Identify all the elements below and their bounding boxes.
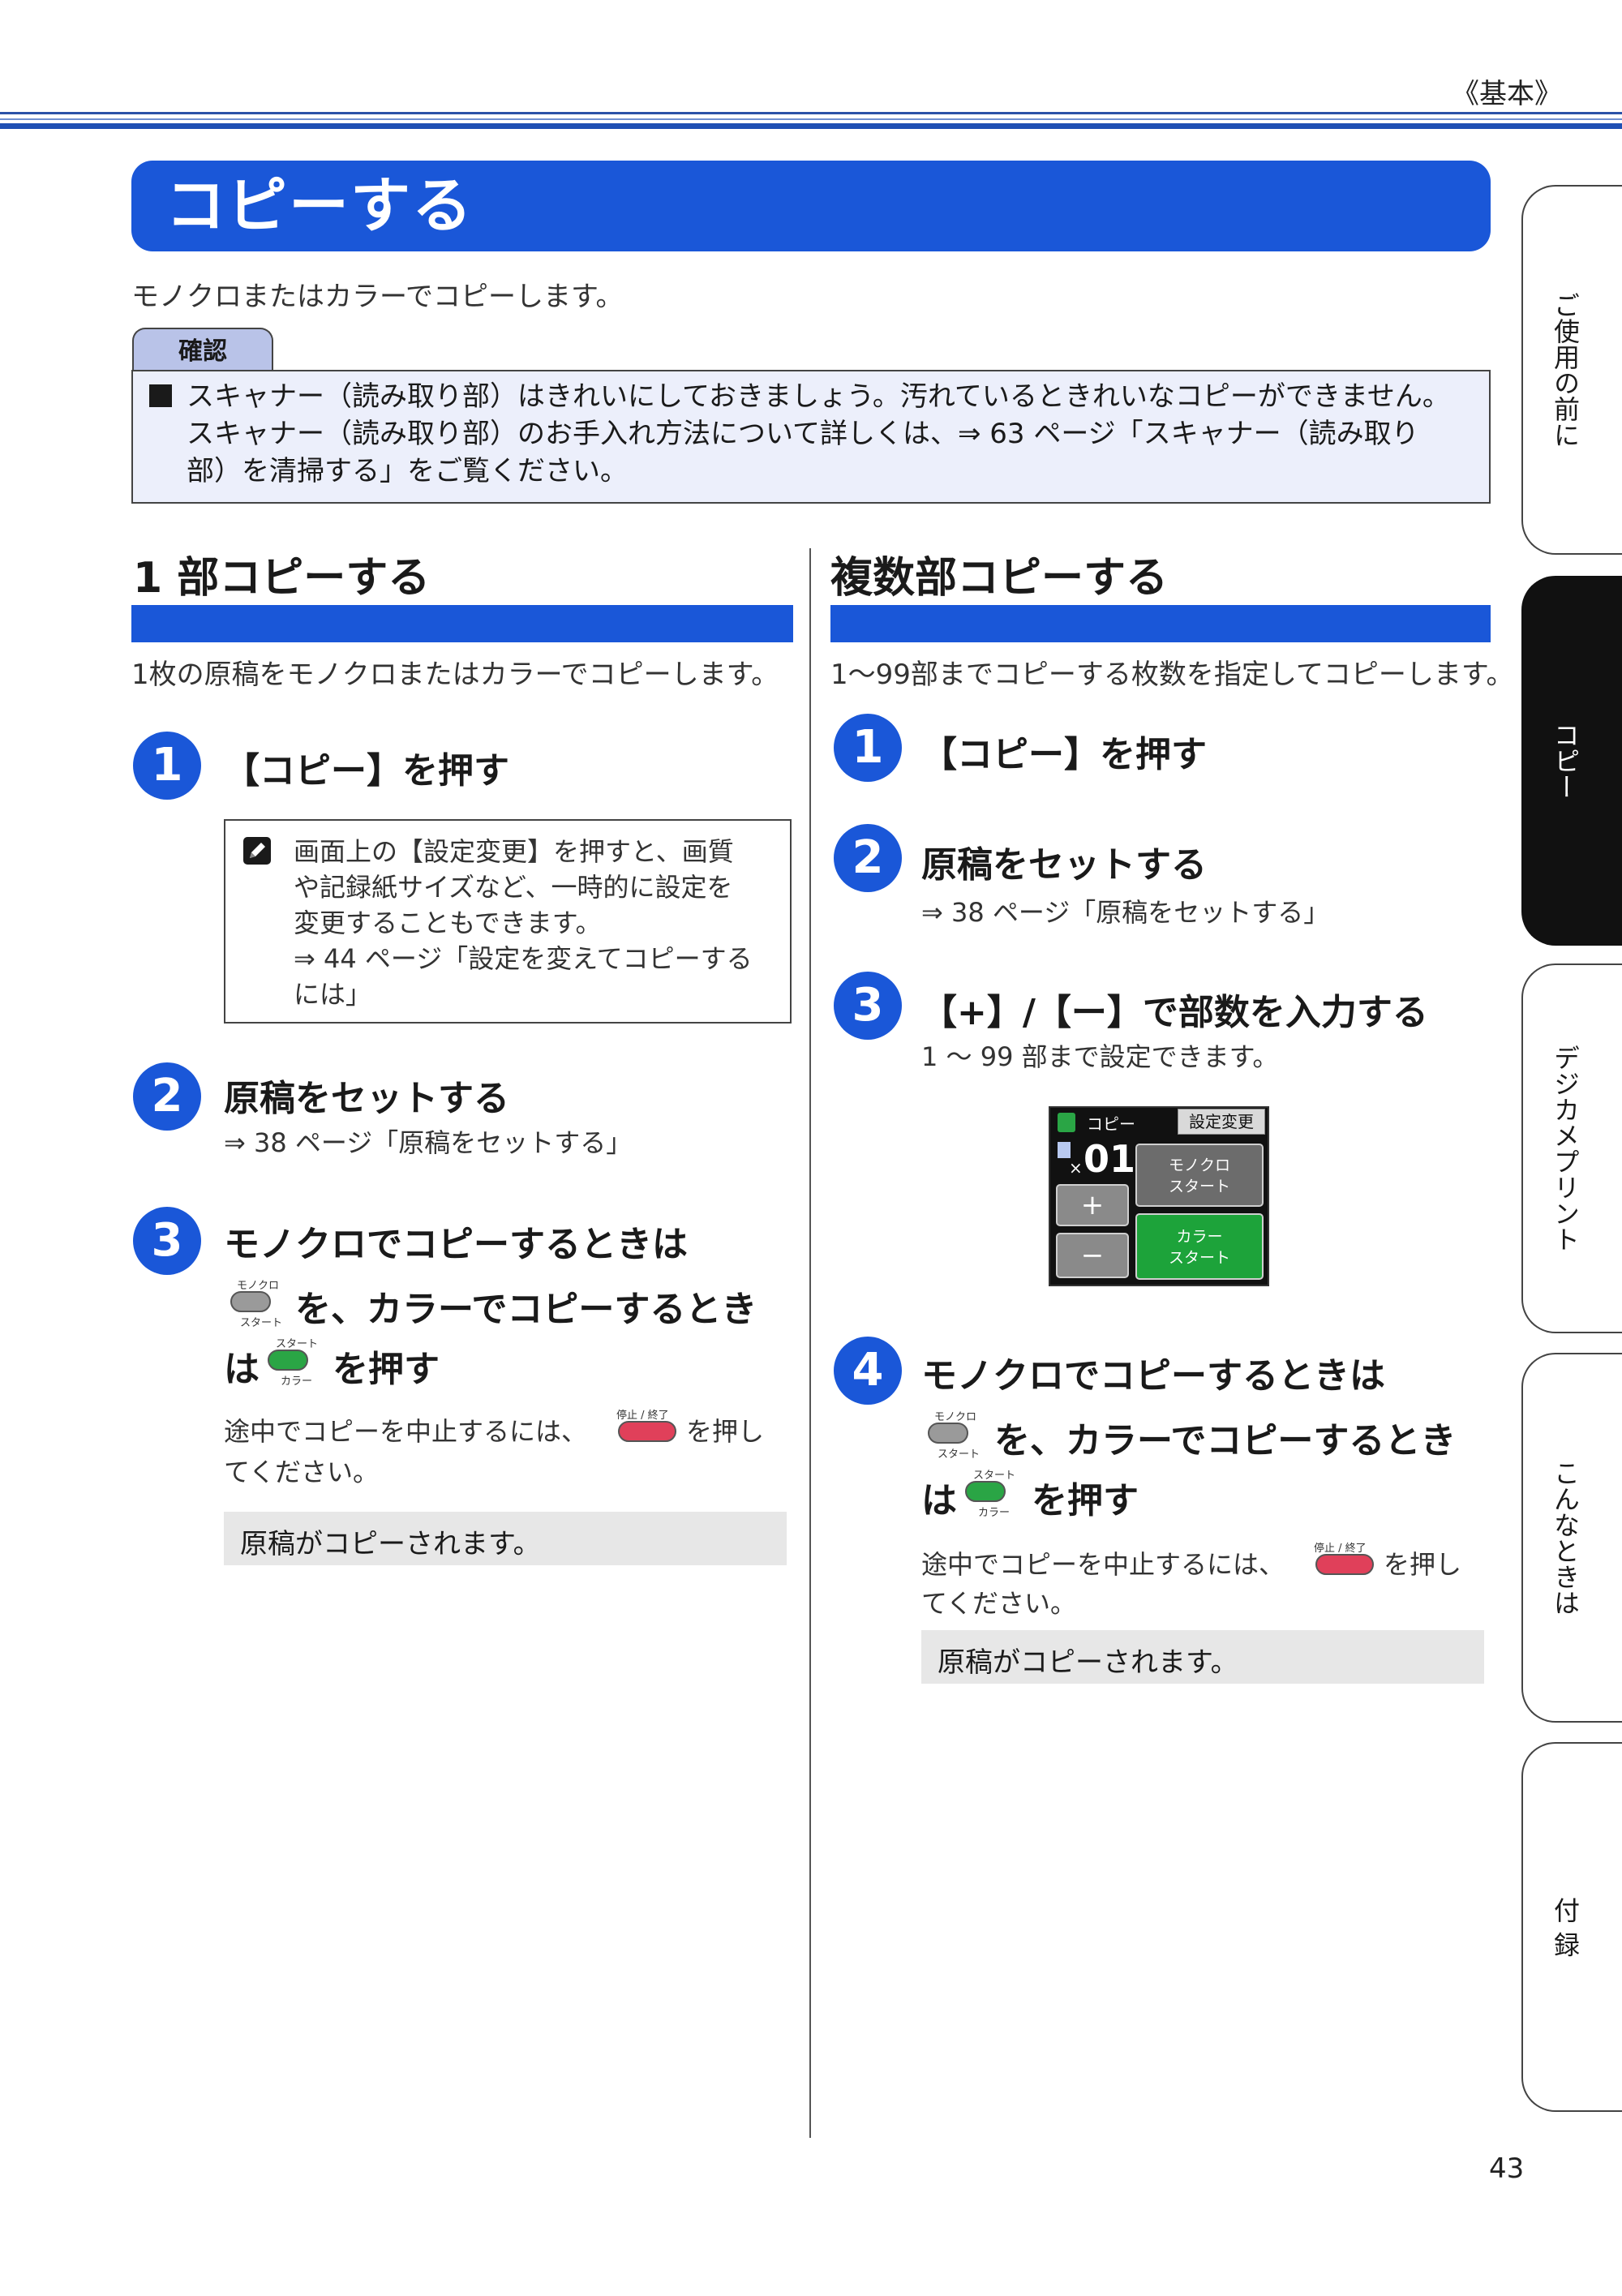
side-tab-before-use-label: ご使用の前に bbox=[1550, 292, 1581, 448]
mono-start-label: モノクロ bbox=[237, 1280, 280, 1292]
mono-start-button-icon bbox=[230, 1291, 271, 1312]
confirm-line-3: 部）を清掃する」をご覧ください。 bbox=[187, 455, 628, 487]
intro-text: モノクロまたはカラーでコピーします。 bbox=[131, 281, 624, 313]
left-heading-bar bbox=[131, 605, 793, 642]
side-tab-troubleshooting-label: こんなときは bbox=[1550, 1460, 1581, 1616]
lcd-minus-button[interactable]: − bbox=[1056, 1233, 1129, 1278]
step-3-line-1: モノクロでコピーするときは bbox=[224, 1224, 688, 1265]
confirm-line-1: スキャナー（読み取り部）はきれいにしておきましょう。汚れているときれいなコピーが… bbox=[187, 380, 1450, 413]
right-desc: 1～99部までコピーする枚数を指定してコピーします。 bbox=[830, 659, 1514, 691]
memo-line-2: や記録紙サイズなど、一時的に設定を bbox=[294, 872, 733, 903]
r-step-1-title: 【コピー】を押す bbox=[921, 734, 1207, 775]
r-step-4-line-3a: は bbox=[921, 1480, 957, 1521]
lcd-multiplier: × bbox=[1069, 1158, 1083, 1178]
copy-icon bbox=[1058, 1113, 1075, 1132]
r-step-4-note-2: てください。 bbox=[921, 1588, 1077, 1619]
left-desc: 1枚の原稿をモノクロまたはカラーでコピーします。 bbox=[131, 659, 779, 691]
right-heading-bar bbox=[830, 605, 1491, 642]
document-icon bbox=[1058, 1142, 1071, 1158]
r-step-4-note-1a: 途中でコピーを中止するには、 bbox=[921, 1549, 1285, 1580]
lcd-copies: 01 bbox=[1083, 1137, 1136, 1181]
step-3-badge: 3 bbox=[133, 1207, 201, 1275]
left-result-text: 原稿がコピーされます。 bbox=[240, 1528, 541, 1560]
confirm-tab: 確認 bbox=[132, 328, 273, 375]
lcd-mono-line-2: スタート bbox=[1168, 1178, 1230, 1195]
step-1-badge: 1 bbox=[133, 732, 201, 800]
page-title: コピーする bbox=[165, 171, 474, 241]
lcd-color-line-1: カラー bbox=[1176, 1228, 1223, 1246]
r-step-2-ref: ⇒ 38 ページ「原稿をセットする」 bbox=[921, 897, 1330, 928]
color-start-button-icon bbox=[268, 1350, 308, 1371]
r-step-2-title: 原稿をセットする bbox=[921, 844, 1207, 886]
side-tab-digicam-print-label: デジカメプリント bbox=[1550, 1045, 1581, 1252]
lcd-mono-start-button[interactable]: モノクロ スタート bbox=[1135, 1144, 1264, 1207]
memo-line-1: 画面上の【設定変更】を押すと、画質 bbox=[294, 836, 734, 867]
header-rule-thick bbox=[0, 123, 1622, 129]
memo-line-4: ⇒ 44 ページ「設定を変えてコピーする bbox=[294, 943, 753, 974]
step-3-note-1b: を押し bbox=[686, 1416, 765, 1447]
lcd-color-line-2: スタート bbox=[1168, 1249, 1230, 1267]
r-stop-label: 停止 / 終了 bbox=[1314, 1543, 1367, 1555]
r-color-start-sub-label: カラー bbox=[978, 1507, 1011, 1519]
step-3-line-2: を、カラーでコピーするとき bbox=[295, 1289, 757, 1330]
r-color-start-label: スタート bbox=[973, 1470, 1016, 1482]
r-step-3-badge: 3 bbox=[834, 972, 902, 1040]
step-2-title: 原稿をセットする bbox=[224, 1078, 509, 1119]
r-mono-start-button-icon bbox=[928, 1423, 968, 1444]
step-2-badge: 2 bbox=[133, 1062, 201, 1131]
r-step-4-line-3b: を押す bbox=[1032, 1480, 1139, 1521]
step-2-ref: ⇒ 38 ページ「原稿をセットする」 bbox=[224, 1127, 633, 1158]
color-start-sub-label: カラー bbox=[281, 1375, 313, 1388]
r-step-4-badge: 4 bbox=[834, 1337, 902, 1405]
left-heading: 1 部コピーする bbox=[133, 554, 431, 603]
r-step-4-note-1b: を押し bbox=[1384, 1549, 1462, 1580]
memo-line-5: には」 bbox=[294, 979, 372, 1010]
section-label: 《基本》 bbox=[1452, 78, 1562, 110]
stop-button-icon bbox=[618, 1421, 676, 1442]
page-number: 43 bbox=[1489, 2152, 1525, 2185]
right-heading: 複数部コピーする bbox=[830, 554, 1169, 603]
right-result-text: 原稿がコピーされます。 bbox=[938, 1646, 1238, 1679]
confirm-line-2: スキャナー（読み取り部）のお手入れ方法について詳しくは、⇒ 63 ページ「スキャ… bbox=[187, 418, 1419, 450]
r-mono-start-sub-label: スタート bbox=[938, 1448, 980, 1461]
r-stop-button-icon bbox=[1315, 1554, 1374, 1575]
mono-start-sub-label: スタート bbox=[240, 1317, 283, 1329]
color-start-label: スタート bbox=[276, 1338, 319, 1350]
bullet-square-icon bbox=[149, 384, 172, 407]
r-step-2-badge: 2 bbox=[834, 824, 902, 892]
header-rule bbox=[0, 112, 1622, 114]
r-step-4-line-2: を、カラーでコピーするとき bbox=[994, 1420, 1457, 1461]
memo-pencil-icon bbox=[243, 837, 271, 865]
r-mono-start-label: モノクロ bbox=[934, 1411, 977, 1423]
header-rule-thin bbox=[0, 118, 1622, 120]
lcd-title: コピー bbox=[1087, 1114, 1135, 1134]
side-tab-copy-label: コピー bbox=[1550, 722, 1581, 800]
r-step-3-note: 1 ～ 99 部まで設定できます。 bbox=[921, 1041, 1279, 1072]
step-3-line-3b: を押す bbox=[333, 1349, 440, 1390]
step-1-title: 【コピー】を押す bbox=[224, 750, 509, 792]
memo-line-3: 変更することもできます。 bbox=[294, 908, 602, 938]
step-3-note-1a: 途中でコピーを中止するには、 bbox=[224, 1416, 588, 1447]
stop-label: 停止 / 終了 bbox=[616, 1410, 669, 1422]
column-divider bbox=[809, 548, 811, 2138]
lcd-color-start-button[interactable]: カラー スタート bbox=[1135, 1213, 1264, 1280]
lcd-settings-button[interactable]: 設定変更 bbox=[1178, 1109, 1265, 1135]
r-color-start-button-icon bbox=[965, 1481, 1006, 1502]
step-3-line-3a: は bbox=[224, 1349, 260, 1390]
side-tab-appendix-label: 付 録 bbox=[1550, 1896, 1581, 1958]
r-step-4-line-1: モノクロでコピーするときは bbox=[921, 1355, 1385, 1397]
lcd-plus-button[interactable]: + bbox=[1056, 1184, 1129, 1226]
lcd-mono-line-1: モノクロ bbox=[1168, 1157, 1230, 1174]
step-3-note-2: てください。 bbox=[224, 1457, 380, 1487]
r-step-1-badge: 1 bbox=[834, 714, 902, 782]
r-step-3-title: 【+】/【ー】で部数を入力する bbox=[921, 992, 1428, 1033]
